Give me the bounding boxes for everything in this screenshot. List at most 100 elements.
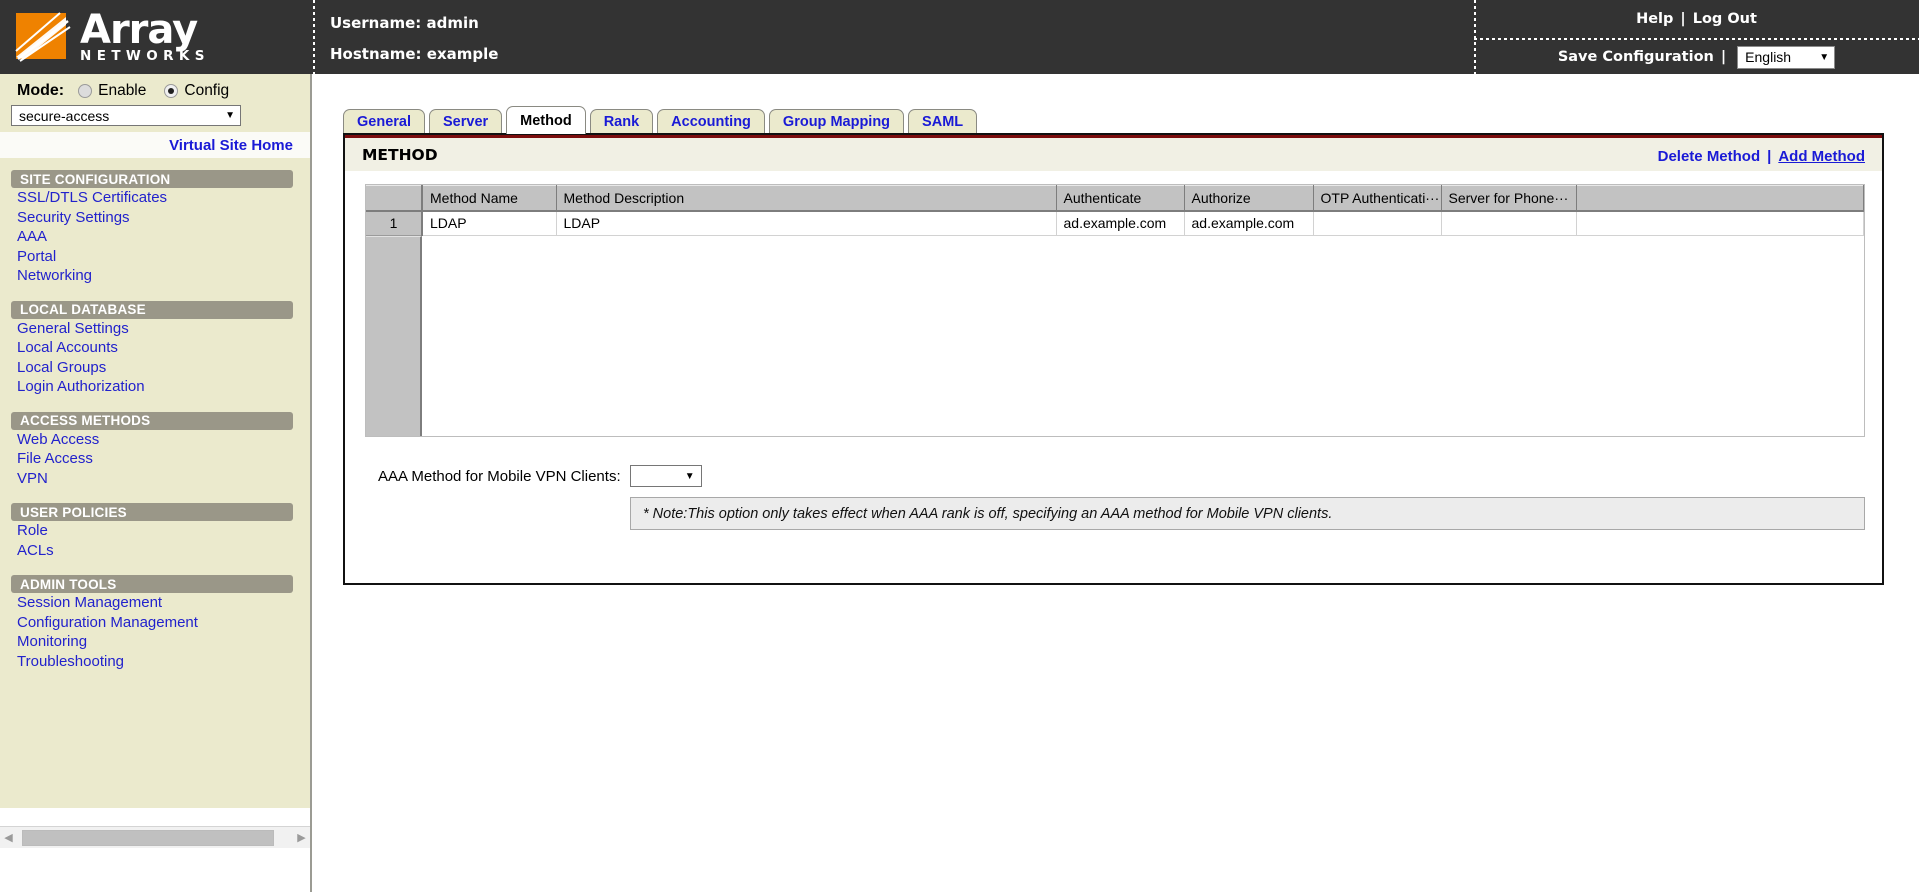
logout-link[interactable]: Log Out <box>1693 11 1757 27</box>
tab-group-mapping[interactable]: Group Mapping <box>769 109 904 134</box>
tab-accounting[interactable]: Accounting <box>657 109 765 134</box>
radio-config-label[interactable]: Config <box>184 82 229 100</box>
sidebar-item-ssl-dtls-certificates[interactable]: SSL/DTLS Certificates <box>0 188 310 208</box>
tab-method[interactable]: Method <box>506 106 586 134</box>
main-content: General Server Method Rank Accounting Gr… <box>314 74 1919 892</box>
sidebar-item-session-management[interactable]: Session Management <box>0 593 310 613</box>
sidebar-item-aaa[interactable]: AAA <box>0 227 310 247</box>
method-table-container: Method Name Method Description Authentic… <box>365 184 1865 437</box>
help-separator: | <box>1680 11 1685 27</box>
sidebar-item-web-access[interactable]: Web Access <box>0 430 310 450</box>
column-header-extra[interactable] <box>1576 186 1864 211</box>
brand-subtitle: NETWORKS <box>80 49 210 64</box>
radio-enable[interactable] <box>78 84 92 98</box>
sidebar: Mode: Enable Config secure-access ▼ Virt… <box>0 74 312 892</box>
column-header-authorize[interactable]: Authorize <box>1184 186 1313 211</box>
save-configuration-link[interactable]: Save Configuration <box>1558 49 1714 65</box>
nav-section-access-methods: ACCESS METHODS <box>11 412 293 430</box>
sidebar-item-troubleshooting[interactable]: Troubleshooting <box>0 652 310 672</box>
table-empty-gutter <box>366 236 422 436</box>
sidebar-item-role[interactable]: Role <box>0 521 310 541</box>
radio-enable-label[interactable]: Enable <box>98 82 146 100</box>
column-header-gutter[interactable] <box>366 186 422 211</box>
brand-logo[interactable]: Array NETWORKS <box>14 8 229 66</box>
cell-otp-authentication[interactable] <box>1313 211 1441 236</box>
chevron-down-icon: ▼ <box>685 471 695 482</box>
method-table: Method Name Method Description Authentic… <box>366 185 1864 236</box>
sidebar-item-vpn[interactable]: VPN <box>0 469 310 489</box>
scroll-right-icon[interactable]: ▶ <box>293 828 310 848</box>
site-select[interactable]: secure-access ▼ <box>11 105 241 126</box>
cell-extra[interactable] <box>1576 211 1864 236</box>
radio-config[interactable] <box>164 84 178 98</box>
table-header-row: Method Name Method Description Authentic… <box>366 186 1864 211</box>
sidebar-item-configuration-management[interactable]: Configuration Management <box>0 613 310 633</box>
sidebar-horizontal-scrollbar[interactable]: ◀ ▶ <box>0 826 310 848</box>
brand-wordmark: Array NETWORKS <box>80 11 210 64</box>
sidebar-item-portal[interactable]: Portal <box>0 247 310 267</box>
tab-strip: General Server Method Rank Accounting Gr… <box>343 108 977 134</box>
mobile-vpn-method-select[interactable]: ▼ <box>630 465 702 487</box>
table-row[interactable]: 1 LDAP LDAP ad.example.com ad.example.co… <box>366 211 1864 236</box>
nav-spacer <box>0 488 310 503</box>
cell-authorize[interactable]: ad.example.com <box>1184 211 1313 236</box>
cell-method-description[interactable]: LDAP <box>556 211 1056 236</box>
action-separator: | <box>1767 148 1771 165</box>
page-root: Array NETWORKS Username: admin Hostname:… <box>0 0 1919 892</box>
panel-actions: Delete Method | Add Method <box>1658 138 1865 174</box>
nav-section-site-configuration: SITE CONFIGURATION <box>11 170 293 188</box>
add-method-link[interactable]: Add Method <box>1778 148 1865 165</box>
method-panel: METHOD Delete Method | Add Method <box>343 133 1884 585</box>
scrollbar-track[interactable] <box>17 829 293 847</box>
cell-method-name[interactable]: LDAP <box>422 211 556 236</box>
tab-general[interactable]: General <box>343 109 425 134</box>
username-line: Username: admin <box>330 8 498 39</box>
panel-header: METHOD Delete Method | Add Method <box>345 135 1882 171</box>
sidebar-item-general-settings[interactable]: General Settings <box>0 319 310 339</box>
mode-radio-group: Mode: Enable Config <box>17 82 247 100</box>
nav-section-local-database: LOCAL DATABASE <box>11 301 293 319</box>
sidebar-item-local-accounts[interactable]: Local Accounts <box>0 338 310 358</box>
nav-spacer <box>0 560 310 575</box>
chevron-down-icon: ▼ <box>1819 52 1829 63</box>
hostname-line: Hostname: example <box>330 39 498 70</box>
tab-saml[interactable]: SAML <box>908 109 977 134</box>
session-info: Username: admin Hostname: example <box>330 8 498 70</box>
cell-authenticate[interactable]: ad.example.com <box>1056 211 1184 236</box>
scrollbar-thumb[interactable] <box>22 830 274 846</box>
sidebar-item-acls[interactable]: ACLs <box>0 541 310 561</box>
tab-rank[interactable]: Rank <box>590 109 653 134</box>
mode-block: Mode: Enable Config secure-access ▼ <box>0 74 310 132</box>
sidebar-item-monitoring[interactable]: Monitoring <box>0 632 310 652</box>
array-networks-logo-icon <box>14 11 72 63</box>
nav-spacer <box>0 397 310 412</box>
nav-section-user-policies: USER POLICIES <box>11 503 293 521</box>
sidebar-nav: SITE CONFIGURATION SSL/DTLS Certificates… <box>0 158 310 808</box>
virtual-site-home-link[interactable]: Virtual Site Home <box>169 137 293 154</box>
scroll-left-icon[interactable]: ◀ <box>0 828 17 848</box>
brand-name: Array <box>80 7 197 53</box>
column-header-method-name[interactable]: Method Name <box>422 186 556 211</box>
language-select[interactable]: English ▼ <box>1737 46 1835 69</box>
cell-server-for-phone[interactable] <box>1441 211 1576 236</box>
column-header-authenticate[interactable]: Authenticate <box>1056 186 1184 211</box>
sidebar-item-local-groups[interactable]: Local Groups <box>0 358 310 378</box>
sidebar-item-security-settings[interactable]: Security Settings <box>0 208 310 228</box>
page-title: METHOD <box>345 146 438 164</box>
column-header-otp-authentication[interactable]: OTP Authenticati··· <box>1313 186 1441 211</box>
row-index[interactable]: 1 <box>366 211 422 236</box>
help-link[interactable]: Help <box>1636 11 1673 27</box>
sidebar-item-login-authorization[interactable]: Login Authorization <box>0 377 310 397</box>
top-header-bar: Array NETWORKS Username: admin Hostname:… <box>0 0 1919 74</box>
delete-method-link[interactable]: Delete Method <box>1658 148 1761 165</box>
save-config-row: Save Configuration | English ▼ <box>1474 40 1919 74</box>
sidebar-item-file-access[interactable]: File Access <box>0 449 310 469</box>
sidebar-item-networking[interactable]: Networking <box>0 266 310 286</box>
column-header-method-description[interactable]: Method Description <box>556 186 1056 211</box>
table-empty-area <box>366 236 1864 436</box>
tab-server[interactable]: Server <box>429 109 502 134</box>
chevron-down-icon: ▼ <box>225 110 235 121</box>
virtual-site-home-row: Virtual Site Home <box>0 132 310 158</box>
site-select-value: secure-access <box>19 108 109 124</box>
column-header-server-for-phone[interactable]: Server for Phone··· <box>1441 186 1576 211</box>
